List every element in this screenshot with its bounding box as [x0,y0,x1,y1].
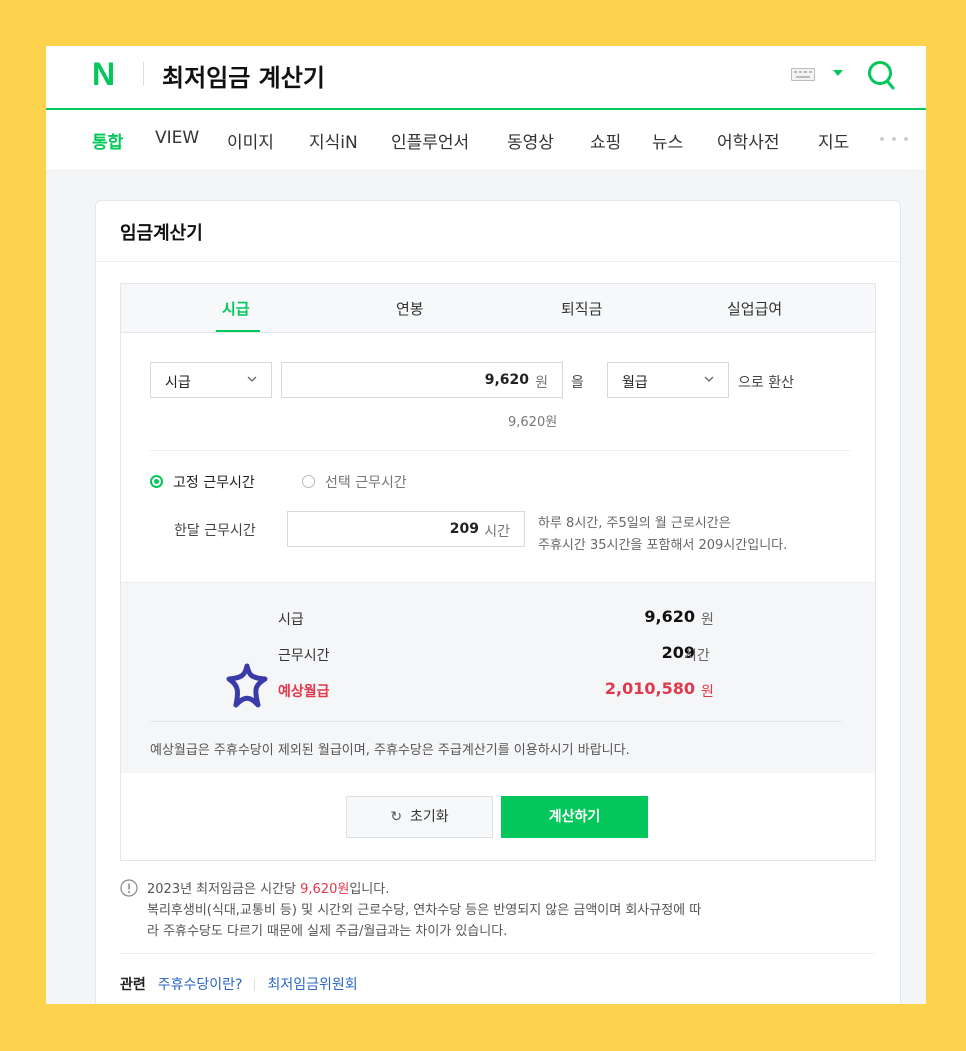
more-icon[interactable] [879,136,909,142]
keyboard-icon[interactable] [791,68,815,81]
reset-button[interactable]: ↻ 초기화 [346,796,493,838]
monthly-hours-unit: 시간 [484,524,510,540]
related-links: 관련 주휴수당이란? 최저임금위원회 [120,974,358,994]
result-unit-monthly: 원 [701,684,714,700]
hours-hint-line1: 하루 8시간, 주5일의 월 근로시간은 [538,516,731,531]
calculator-tabs: 시급 연봉 퇴직금 실업급여 [121,284,875,333]
from-unit-value: 시급 [165,375,191,391]
divider [120,953,874,954]
calc-tab-unemployment[interactable]: 실업급여 [727,298,782,319]
info-line3: 라 주휴수당도 다르기 때문에 실제 주급/월급과는 차이가 있습니다. [147,924,508,939]
monthly-hours-input[interactable]: 209 시간 [287,511,525,547]
to-unit-select[interactable]: 월급 [607,362,729,398]
calculator-panel: 시급 연봉 퇴직금 실업급여 시급 9,620 원 을 월급 으로 환산 9,6… [120,283,876,861]
wage-calculator-card: 임금계산기 시급 연봉 퇴직금 실업급여 시급 9,620 원 을 월급 으로 … [95,200,901,1004]
reset-label: 초기화 [410,809,449,825]
result-label-hourly: 시급 [278,612,304,628]
result-value-hourly: 9,620 [644,607,695,626]
tab-shopping[interactable]: 쇼핑 [590,128,621,153]
tab-news[interactable]: 뉴스 [652,128,683,153]
info-icon [120,879,138,897]
result-value-monthly: 2,010,580 [604,679,695,698]
tab-knowledge[interactable]: 지식iN [309,128,358,153]
convert-suffix: 으로 환산 [738,375,794,391]
from-unit-select[interactable]: 시급 [150,362,272,398]
star-sticker-icon [226,663,268,708]
search-icon[interactable] [866,59,896,91]
result-label-monthly: 예상월급 [278,684,330,700]
amount-hint: 9,620원 [508,415,558,430]
radio-selected-hours[interactable] [302,475,315,488]
related-title: 관련 [120,977,146,993]
tab-influencer[interactable]: 인플루언서 [391,128,469,153]
refresh-icon: ↻ [390,809,403,825]
chevron-down-icon [704,376,714,382]
tab-image[interactable]: 이미지 [227,128,274,153]
monthly-hours-value: 209 [449,521,479,537]
radio-fixed-hours[interactable] [150,475,163,488]
info-line2: 복리후생비(식대,교통비 등) 및 시간외 근로수당, 연차수당 등은 반영되지… [147,903,702,918]
divider [150,450,850,451]
tab-integrated[interactable]: 통합 [92,128,123,153]
link-weekly-holiday-pay[interactable]: 주휴수당이란? [158,977,243,993]
result-label-hours: 근무시간 [278,648,330,664]
tab-video[interactable]: 동영상 [507,128,554,153]
tab-map[interactable]: 지도 [818,128,849,153]
info-line1: 2023년 최저임금은 시간당 9,620원입니다. [147,879,877,900]
divider [96,261,900,262]
active-tab-indicator [216,330,260,332]
divider [150,721,842,722]
browser-frame: N 최저임금 계산기 통합 VIEW 이미지 지식iN 인플루언서 동영상 쇼핑… [46,46,926,1004]
result-note: 예상월급은 주휴수당이 제외된 월급이며, 주휴수당은 주급계산기를 이용하시기… [150,743,630,758]
result-unit-hours: 시간 [684,648,710,664]
search-header: N 최저임금 계산기 [46,46,926,110]
tab-view[interactable]: VIEW [155,128,199,148]
amount-input[interactable]: 9,620 원 [281,362,563,398]
info-line1-text: 2023년 최저임금은 시간당 [147,882,301,897]
header-divider [143,62,144,86]
card-title: 임금계산기 [120,223,203,244]
particle-text: 을 [571,375,584,391]
minimum-wage-highlight: 9,620원 [300,882,350,897]
chevron-down-icon [247,376,257,382]
search-query[interactable]: 최저임금 계산기 [162,58,325,93]
naver-logo[interactable]: N [92,56,115,93]
radio-fixed-label[interactable]: 고정 근무시간 [173,472,255,492]
info-line1-end: 입니다. [349,882,390,897]
tab-dictionary[interactable]: 어학사전 [717,128,780,153]
dropdown-caret-icon[interactable] [833,70,843,76]
link-minimum-wage-commission[interactable]: 최저임금위원회 [267,977,357,993]
monthly-hours-label: 한달 근무시간 [174,523,256,539]
calc-tab-severance[interactable]: 퇴직금 [561,298,602,319]
calc-tab-hourly[interactable]: 시급 [222,298,250,319]
info-text: 2023년 최저임금은 시간당 9,620원입니다. 복리후생비(식대,교통비 … [147,879,877,942]
result-unit-hourly: 원 [701,612,714,628]
link-separator [254,979,256,991]
calculate-button[interactable]: 계산하기 [501,796,648,838]
radio-selected-label[interactable]: 선택 근무시간 [325,472,407,492]
to-unit-value: 월급 [622,375,648,391]
amount-value: 9,620 [484,372,529,388]
search-tabs: 통합 VIEW 이미지 지식iN 인플루언서 동영상 쇼핑 뉴스 어학사전 지도 [46,110,926,171]
calc-tab-annual[interactable]: 연봉 [396,298,424,319]
amount-unit: 원 [535,375,548,391]
hours-hint-line2: 주휴시간 35시간을 포함해서 209시간입니다. [538,538,788,553]
